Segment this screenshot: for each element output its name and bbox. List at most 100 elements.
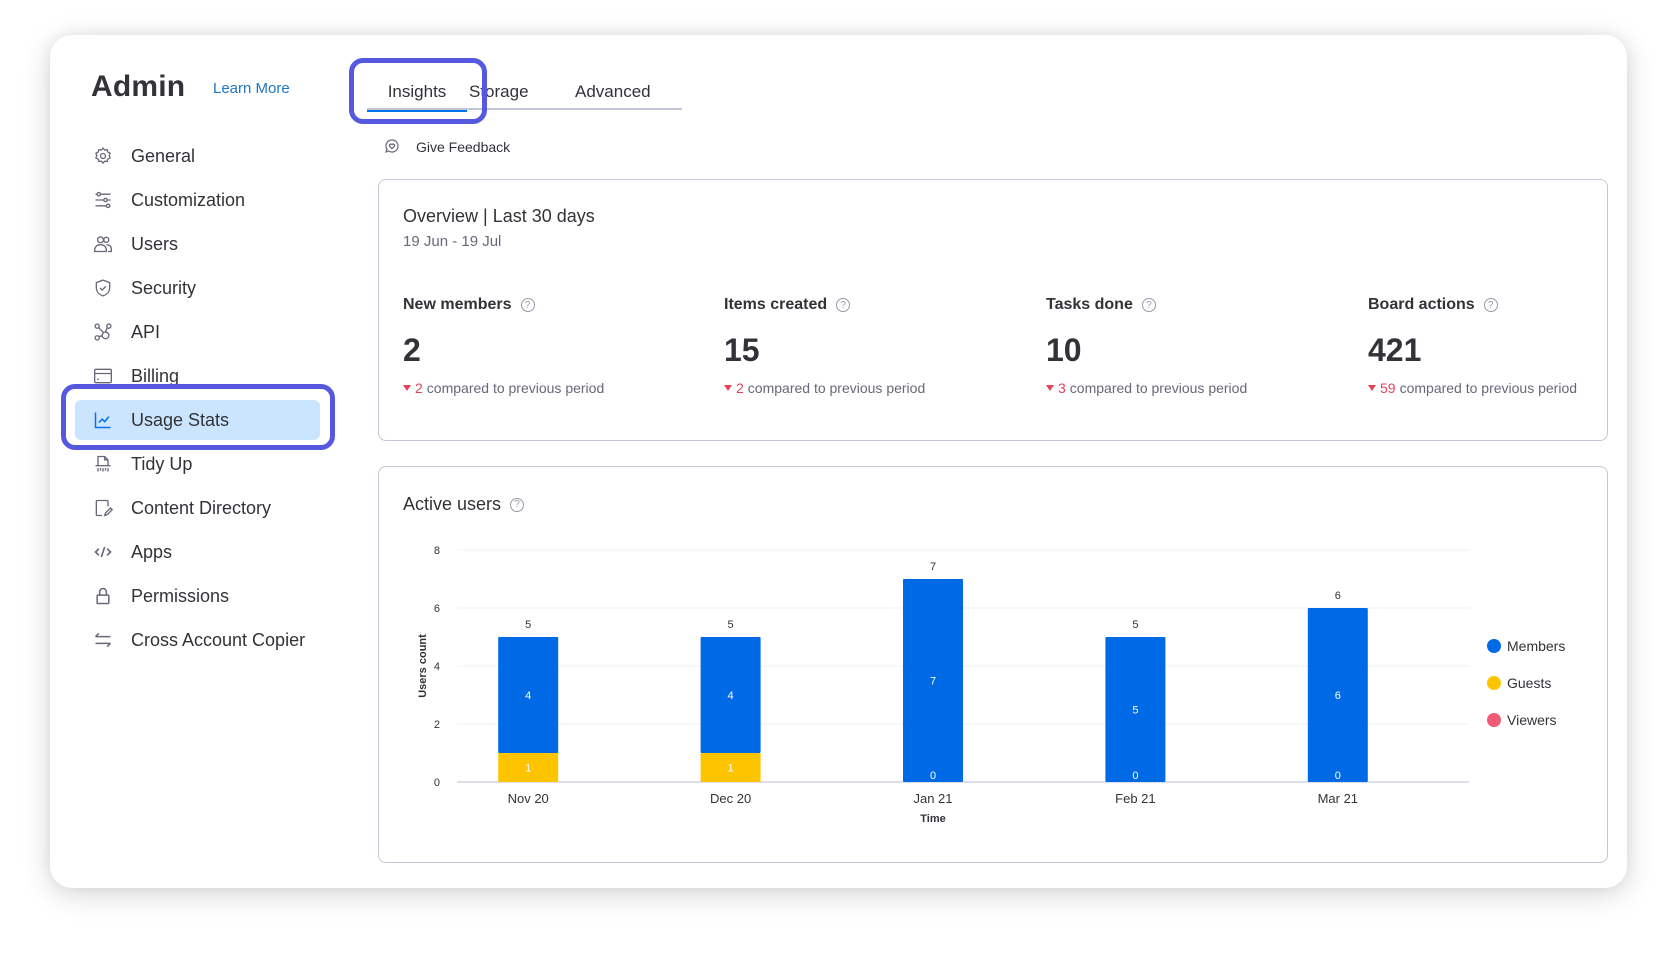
chart-line-icon [91,408,115,432]
sidebar-item-label: Security [131,277,197,298]
legend-item-viewers[interactable]: Viewers [1487,701,1565,738]
tab-advanced[interactable]: Advanced [555,70,671,110]
users-icon [91,232,115,256]
down-triangle-icon [1046,385,1054,391]
overview-card: Overview | Last 30 days 19 Jun - 19 Jul … [378,179,1608,441]
stat-label: Items created [724,296,828,313]
bar-value-label: 4 [728,690,734,702]
bar-total-label: 7 [930,561,936,573]
stat-delta: 59 [1380,380,1396,396]
stat-value: 421 [1368,332,1422,368]
bar-value-label: 7 [930,676,936,688]
sidebar-item-label: Billing [131,365,180,386]
stat-delta-text: compared to previous period [1399,380,1578,396]
y-tick-label: 2 [434,719,440,731]
stat-label: Board actions [1368,296,1475,313]
help-icon[interactable]: ? [520,298,535,312]
sidebar-item-apps[interactable]: Apps [75,530,320,574]
stat-value: 15 [724,332,760,368]
sidebar-item-label: API [131,321,161,342]
lock-icon [91,584,115,608]
bar-value-label: 1 [525,763,531,775]
sidebar-item-billing[interactable]: Billing [75,354,320,398]
feedback-heart-icon [384,138,402,156]
sidebar-item-permissions[interactable]: Permissions [75,574,320,618]
legend-label: Viewers [1507,711,1557,728]
legend-item-guests[interactable]: Guests [1487,664,1565,701]
learn-more-link[interactable]: Learn More [213,80,290,97]
sidebar-item-general[interactable]: General [75,134,320,178]
bar-value-label: 1 [728,763,734,775]
x-axis-label: Time [920,813,945,825]
sidebar-item-label: Usage Stats [131,409,230,430]
credit-card-icon [91,364,115,388]
sidebar-item-label: Content Directory [131,497,272,518]
legend-item-members[interactable]: Members [1487,627,1565,664]
help-icon[interactable]: ? [1483,298,1498,312]
sidebar-item-label: General [131,145,196,166]
sidebar-item-label: Apps [131,541,173,562]
stat-label: New members [403,296,512,313]
sidebar-item-cross-account-copier[interactable]: Cross Account Copier [75,618,320,662]
legend-dot-icon [1487,712,1501,727]
sidebar-item-security[interactable]: Security [75,266,320,310]
stat-delta: 2 [415,380,423,396]
sidebar-item-content-directory[interactable]: Content Directory [75,486,320,530]
shield-icon [91,276,115,300]
help-icon[interactable]: ? [510,497,525,512]
code-icon [91,540,115,564]
stat-label: Tasks done [1046,296,1133,313]
tab-storage[interactable]: Storage [467,70,555,110]
x-tick-label: Dec 20 [710,791,751,806]
bar-total-label: 5 [525,619,531,631]
sidebar-item-customization[interactable]: Customization [75,178,320,222]
active-users-card: Active users? 0 2 4 6 8 Users count 1 4 5 Nov 20 1… [378,466,1608,863]
x-tick-label: Mar 21 [1318,791,1358,806]
help-icon[interactable]: ? [836,298,851,312]
admin-title: Admin [91,70,186,103]
down-triangle-icon [403,385,411,391]
stat-value: 10 [1046,332,1082,368]
bar-total-label: 5 [1132,619,1138,631]
stat-delta: 2 [736,380,744,396]
swap-arrows-icon [91,628,115,652]
chart-title: Active users [403,494,502,514]
bar-value-label: 0 [1335,770,1341,782]
stat-delta-text: compared to previous period [747,380,926,396]
legend-label: Guests [1507,674,1552,691]
bar-total-label: 6 [1335,590,1341,602]
sidebar-item-label: Users [131,233,179,254]
stat-value: 2 [403,332,421,368]
legend-label: Members [1507,637,1566,654]
down-triangle-icon [1368,385,1376,391]
bar-value-label: 6 [1335,690,1341,702]
sidebar-nav: General Customization Users Security API… [75,134,320,662]
sidebar-item-usage-stats[interactable]: Usage Stats [75,400,320,440]
y-tick-label: 0 [434,777,440,789]
down-triangle-icon [724,385,732,391]
sidebar-item-label: Tidy Up [131,453,193,474]
x-tick-label: Feb 21 [1115,791,1155,806]
chart-legend: Members Guests Viewers [1487,627,1565,738]
help-icon[interactable]: ? [1141,298,1156,312]
give-feedback-button[interactable]: Give Feedback [384,138,510,156]
sliders-icon [91,188,115,212]
x-tick-label: Jan 21 [913,791,952,806]
stat-items-created: Items created? 15 2 compared to previous … [724,296,1024,396]
overview-title: Overview | Last 30 days [403,206,595,226]
stat-delta-text: compared to previous period [1069,380,1248,396]
document-edit-icon [91,496,115,520]
sidebar-item-api[interactable]: API [75,310,320,354]
sidebar-item-label: Permissions [131,585,230,606]
bar-value-label: 0 [1132,770,1138,782]
x-tick-label: Nov 20 [508,791,549,806]
bar-value-label: 0 [930,770,936,782]
y-tick-label: 6 [434,603,440,615]
overview-date-range: 19 Jun - 19 Jul [403,233,502,250]
shredder-icon [91,452,115,476]
stat-new-members: New members? 2 2 compared to previous per… [403,296,703,396]
give-feedback-label: Give Feedback [416,139,511,155]
sidebar-item-tidy-up[interactable]: Tidy Up [75,442,320,486]
sidebar-item-users[interactable]: Users [75,222,320,266]
tab-insights[interactable]: Insights [367,70,467,112]
